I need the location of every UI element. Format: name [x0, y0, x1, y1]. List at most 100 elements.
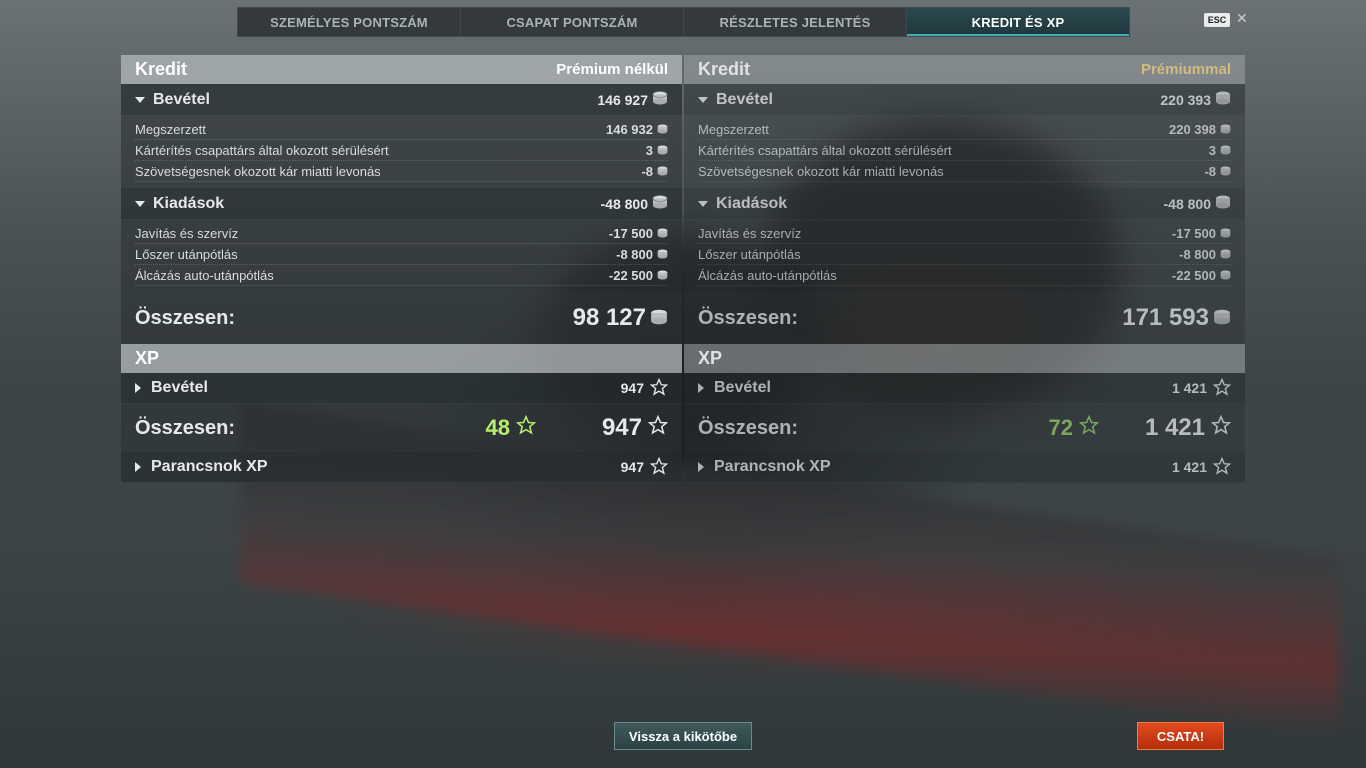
list-item: Megszerzett 220 398: [698, 119, 1231, 140]
total-label: Összesen:: [135, 306, 236, 329]
row-label: Álcázás auto-utánpótlás: [135, 267, 274, 283]
xp-star-icon: [649, 377, 669, 399]
xp-total-value: 1 421: [1144, 414, 1205, 441]
list-item: Szövetségesnek okozott kár miatti levoná…: [135, 161, 668, 182]
credit-coin-icon: [1213, 304, 1231, 332]
commander-xp-header[interactable]: Parancsnok XP 947: [121, 452, 682, 483]
mode-label: Prémium nélkül: [556, 61, 668, 78]
commander-xp-value: 1 421: [1171, 459, 1207, 475]
credit-coin-icon: [652, 195, 668, 212]
income-total: 146 927: [597, 91, 648, 108]
credit-coin-icon: [657, 226, 668, 241]
tab-credits-and-xp[interactable]: KREDIT ÉS XP: [907, 8, 1129, 36]
credit-coin-icon: [1220, 226, 1231, 241]
row-label: Megszerzett: [135, 121, 206, 137]
xp-income-header[interactable]: Bevétel 947: [121, 373, 682, 404]
commander-xp-label: Parancsnok XP: [151, 458, 268, 475]
esc-key-hint[interactable]: ESC: [1204, 13, 1230, 27]
commander-xp-header[interactable]: Parancsnok XP 1 421: [684, 452, 1245, 483]
credit-title: Kredit: [135, 59, 188, 79]
row-value: 3: [1208, 142, 1216, 158]
chevron-down-icon: [135, 200, 145, 207]
income-rows: Megszerzett 220 398 Kártérítés csapattárs…: [684, 116, 1245, 188]
commander-xp-label: Parancsnok XP: [714, 458, 831, 475]
credit-coin-icon: [1220, 122, 1231, 137]
free-xp-star-icon: [515, 414, 537, 441]
expenses-total: -48 800: [1163, 195, 1211, 212]
expenses-label: Kiadások: [716, 194, 788, 212]
row-value: -8: [1204, 163, 1216, 179]
back-to-port-button[interactable]: Vissza a kikötőbe: [614, 722, 752, 750]
xp-income-value: 947: [620, 380, 644, 396]
row-label: Megszerzett: [698, 121, 769, 137]
tab-team-score[interactable]: CSAPAT PONTSZÁM: [461, 8, 684, 36]
xp-star-icon: [1210, 414, 1232, 442]
xp-title: XP: [684, 344, 1245, 373]
list-item: Javítás és szervíz -17 500: [698, 223, 1231, 244]
chevron-down-icon: [698, 200, 708, 207]
xp-total-row: Összesen: 72 1 421: [684, 404, 1245, 452]
income-label: Bevétel: [716, 90, 773, 108]
battle-button[interactable]: CSATA!: [1137, 722, 1224, 750]
expenses-total: -48 800: [600, 195, 648, 212]
tab-personal-score[interactable]: SZEMÉLYES PONTSZÁM: [238, 8, 461, 36]
income-total: 220 393: [1160, 91, 1211, 108]
chevron-down-icon: [698, 96, 708, 103]
total-label: Összesen:: [698, 306, 799, 329]
row-value: -8 800: [1179, 246, 1216, 262]
expenses-section-header[interactable]: Kiadások -48 800: [684, 188, 1245, 220]
row-value: 3: [645, 142, 653, 158]
row-value: -22 500: [1171, 267, 1216, 283]
income-rows: Megszerzett 146 932 Kártérítés csapattárs…: [121, 116, 682, 188]
xp-star-icon: [1212, 456, 1232, 478]
mode-label: Prémiummal: [1140, 61, 1231, 78]
credit-coin-icon: [657, 143, 668, 158]
xp-income-label: Bevétel: [714, 379, 771, 396]
list-item: Kártérítés csapattárs által okozott sérü…: [698, 140, 1231, 161]
close-icon[interactable]: ✕: [1236, 10, 1248, 27]
row-value: -17 500: [608, 225, 653, 241]
xp-title: XP: [121, 344, 682, 373]
credit-coin-icon: [652, 91, 668, 108]
chevron-right-icon: [135, 462, 141, 472]
row-label: Javítás és szervíz: [698, 225, 802, 241]
credit-coin-icon: [1215, 195, 1231, 212]
commander-xp-value: 947: [620, 459, 644, 475]
xp-total-label: Összesen:: [135, 416, 236, 439]
results-tab-bar: SZEMÉLYES PONTSZÁM CSAPAT PONTSZÁM RÉSZL…: [237, 7, 1130, 37]
expenses-section-header[interactable]: Kiadások -48 800: [121, 188, 682, 220]
list-item: Kártérítés csapattárs által okozott sérü…: [135, 140, 668, 161]
list-item: Álcázás auto-utánpótlás -22 500: [135, 265, 668, 286]
xp-total-label: Összesen:: [698, 416, 799, 439]
xp-income-label: Bevétel: [151, 379, 208, 396]
chevron-right-icon: [698, 383, 704, 393]
credit-coin-icon: [1220, 164, 1231, 179]
free-xp-star-icon: [1078, 414, 1100, 441]
tab-detailed-report[interactable]: RÉSZLETES JELENTÉS: [684, 8, 907, 36]
chevron-right-icon: [135, 383, 141, 393]
list-item: Lőszer utánpótlás -8 800: [135, 244, 668, 265]
list-item: Álcázás auto-utánpótlás -22 500: [698, 265, 1231, 286]
row-value: 220 398: [1169, 121, 1216, 137]
credit-total-value: 171 593: [1122, 304, 1209, 331]
credit-coin-icon: [1220, 247, 1231, 262]
income-section-header[interactable]: Bevétel 220 393: [684, 84, 1245, 116]
row-label: Javítás és szervíz: [135, 225, 239, 241]
xp-star-icon: [1212, 377, 1232, 399]
row-value: -8: [641, 163, 653, 179]
expenses-rows: Javítás és szervíz -17 500 Lőszer utánpót…: [684, 220, 1245, 292]
row-label: Szövetségesnek okozott kár miatti levoná…: [135, 163, 381, 179]
list-item: Lőszer utánpótlás -8 800: [698, 244, 1231, 265]
xp-income-header[interactable]: Bevétel 1 421: [684, 373, 1245, 404]
row-label: Kártérítés csapattárs által okozott sérü…: [698, 142, 952, 158]
credit-coin-icon: [657, 164, 668, 179]
expenses-rows: Javítás és szervíz -17 500 Lőszer utánpót…: [121, 220, 682, 292]
row-label: Lőszer utánpótlás: [135, 246, 238, 262]
row-label: Kártérítés csapattárs által okozott sérü…: [135, 142, 389, 158]
credit-coin-icon: [657, 247, 668, 262]
row-label: Álcázás auto-utánpótlás: [698, 267, 837, 283]
credit-total-row: Összesen: 98 127: [121, 292, 682, 344]
xp-star-icon: [649, 456, 669, 478]
income-section-header[interactable]: Bevétel 146 927: [121, 84, 682, 116]
xp-star-icon: [647, 414, 669, 442]
